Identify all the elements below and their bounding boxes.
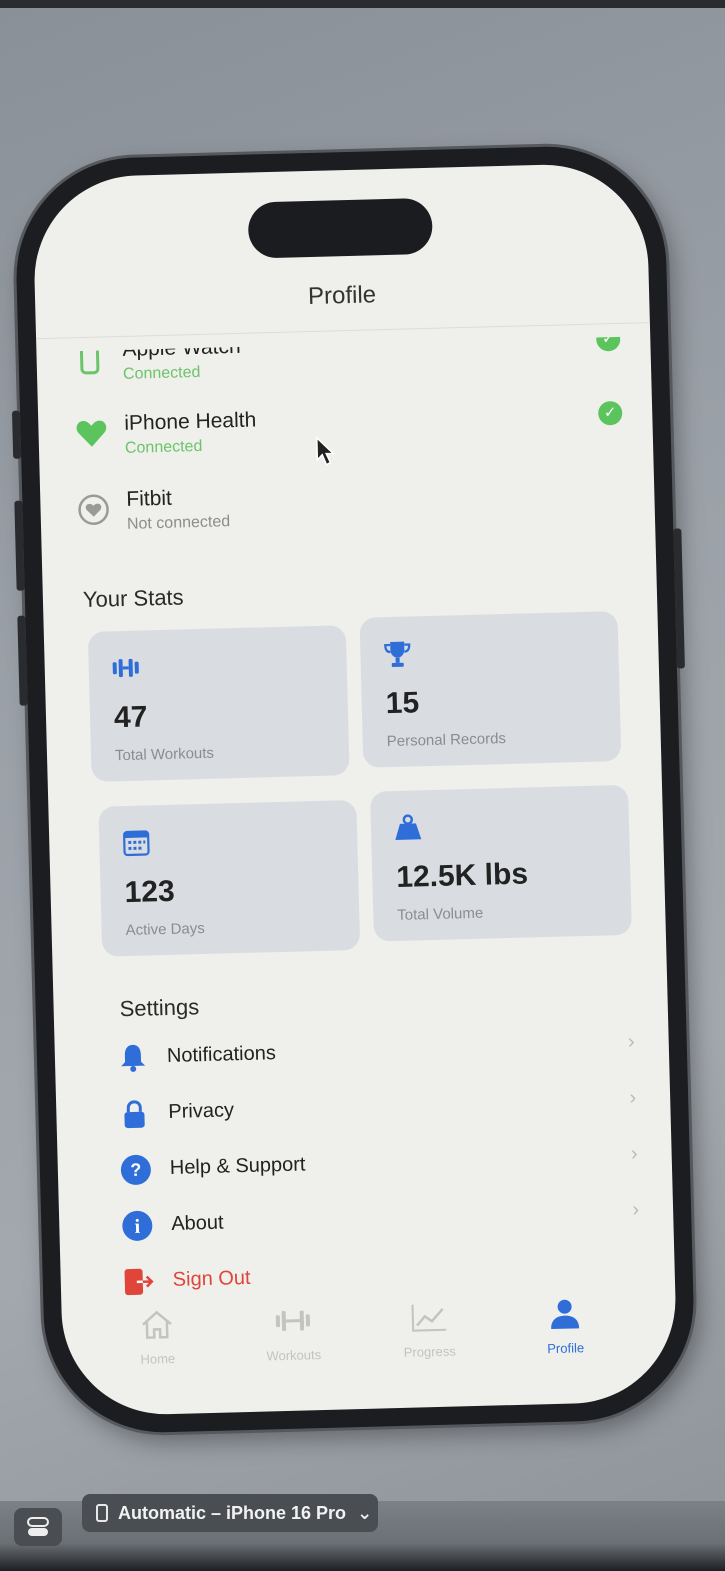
tab-label: Workouts xyxy=(266,1347,322,1364)
device-status: Connected xyxy=(122,363,201,383)
person-icon xyxy=(551,1299,580,1330)
svg-text:?: ? xyxy=(130,1160,142,1180)
question-icon: ? xyxy=(120,1154,151,1185)
tab-label: Profile xyxy=(547,1340,585,1357)
lock-icon xyxy=(124,1100,145,1129)
sign-out-label: Sign Out xyxy=(172,1266,251,1291)
chevron-right-icon: › xyxy=(627,1030,635,1053)
iphone-simulator: Profile Apple Watch Connected ✓ iPhone H… xyxy=(11,143,697,1436)
device-status: Connected xyxy=(124,437,203,457)
settings-item-label: Help & Support xyxy=(169,1153,306,1179)
section-title-settings: Settings xyxy=(119,994,200,1022)
chevron-right-icon: › xyxy=(632,1198,640,1221)
section-title-stats: Your Stats xyxy=(82,584,184,613)
heart-circle-icon xyxy=(78,494,109,525)
tab-bar: Home Workouts Progress Profile xyxy=(61,1281,678,1417)
nav-divider xyxy=(36,322,650,340)
svg-text:i: i xyxy=(134,1216,141,1238)
tab-home[interactable]: Home xyxy=(102,1307,213,1368)
device-name: iPhone Health xyxy=(124,408,257,435)
house-icon xyxy=(142,1310,172,1339)
stat-value: 47 xyxy=(113,700,148,735)
action-button xyxy=(11,410,22,459)
check-icon: ✓ xyxy=(596,327,621,352)
weight-icon xyxy=(395,814,422,840)
device-name: Fitbit xyxy=(126,486,173,511)
device-selector-label: Automatic – iPhone 16 Pro xyxy=(118,1503,347,1523)
device-name: Apple Watch xyxy=(122,334,241,361)
tab-label: Home xyxy=(140,1350,176,1367)
dumbbell-icon xyxy=(112,658,139,678)
mouse-cursor-icon xyxy=(315,436,336,466)
settings-item-about[interactable]: i About › xyxy=(121,1193,640,1251)
stat-card-total-workouts: 47 Total Workouts xyxy=(87,625,350,782)
tool-toggle-button[interactable] xyxy=(14,1508,62,1546)
stat-label: Total Workouts xyxy=(114,744,215,765)
check-icon: ✓ xyxy=(597,400,623,426)
window-top-edge xyxy=(0,0,725,8)
device-selector[interactable]: Automatic – iPhone 16 Pro ⌄ xyxy=(82,1494,378,1532)
stat-label: Personal Records xyxy=(386,730,507,751)
heart-icon xyxy=(76,420,107,447)
iphone-icon xyxy=(96,1504,108,1522)
tab-label: Progress xyxy=(403,1343,456,1360)
toggle-icon xyxy=(27,1517,49,1536)
stat-value: 123 xyxy=(124,874,176,910)
chevron-down-icon: ⌄ xyxy=(357,1503,373,1523)
info-icon: i xyxy=(122,1210,153,1241)
sign-out-icon xyxy=(124,1268,154,1296)
page-title: Profile xyxy=(307,281,377,311)
device-status: Not connected xyxy=(126,513,231,533)
stat-card-personal-records: 15 Personal Records xyxy=(359,611,622,768)
stat-card-total-volume: 12.5K lbs Total Volume xyxy=(370,784,632,942)
stat-label: Active Days xyxy=(125,919,206,940)
tab-profile[interactable]: Profile xyxy=(509,1296,620,1357)
chart-icon xyxy=(411,1304,447,1332)
stat-card-active-days: 123 Active Days xyxy=(98,799,361,957)
stat-label: Total Volume xyxy=(397,904,484,924)
watch-icon xyxy=(72,342,107,377)
chevron-right-icon: › xyxy=(630,1142,638,1165)
power-button xyxy=(673,528,685,669)
dynamic-island xyxy=(247,197,434,259)
calendar-icon xyxy=(123,830,150,857)
settings-item-notifications[interactable]: Notifications › xyxy=(116,1025,635,1083)
device-row-iphone-health[interactable]: iPhone Health Connected ✓ xyxy=(74,399,623,473)
tab-workouts[interactable]: Workouts xyxy=(237,1303,348,1364)
volume-up-button xyxy=(14,500,25,591)
device-row-fitbit[interactable]: Fitbit Not connected xyxy=(76,475,625,549)
phone-screen: Profile Apple Watch Connected ✓ iPhone H… xyxy=(31,162,679,1417)
settings-item-label: Notifications xyxy=(166,1042,277,1068)
tab-progress[interactable]: Progress xyxy=(373,1300,484,1361)
settings-item-label: Privacy xyxy=(168,1099,235,1123)
settings-item-help-support[interactable]: ? Help & Support › xyxy=(119,1137,638,1195)
stat-value: 12.5K lbs xyxy=(395,857,529,894)
trophy-icon xyxy=(384,641,411,667)
settings-item-label: About xyxy=(171,1211,224,1235)
settings-item-privacy[interactable]: Privacy › xyxy=(118,1081,637,1139)
bell-icon xyxy=(121,1044,146,1072)
volume-down-button xyxy=(17,615,28,706)
stat-value: 15 xyxy=(385,686,420,721)
dumbbell-icon xyxy=(275,1310,310,1332)
chevron-right-icon: › xyxy=(629,1086,637,1109)
